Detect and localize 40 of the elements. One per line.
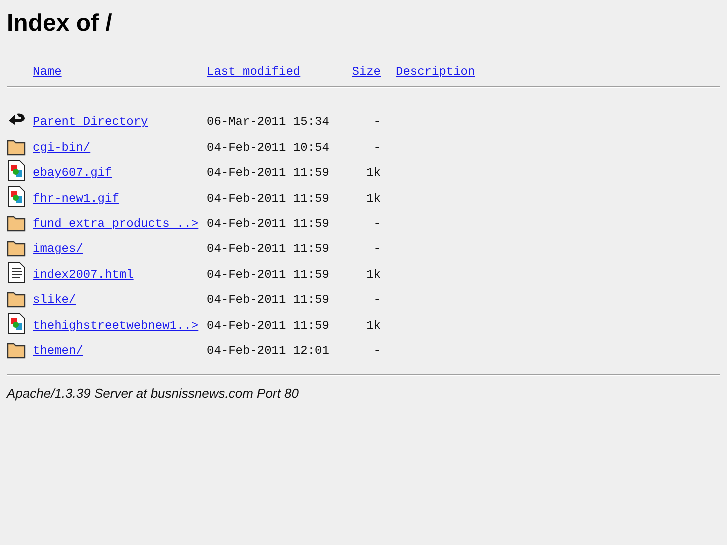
- file-size: -: [372, 344, 381, 358]
- server-signature: Apache/1.3.39 Server at busnissnews.com Port 80: [7, 386, 300, 401]
- file-link[interactable]: themen/: [33, 344, 84, 358]
- modified-date: 06-Mar-2011 15:34: [207, 115, 330, 130]
- file-link[interactable]: index2007.html: [33, 268, 134, 282]
- modified-date: 04-Feb-2011 11:59: [207, 268, 330, 282]
- image-file-icon: [7, 312, 27, 335]
- file-size: -: [372, 216, 381, 231]
- file-size: -: [372, 293, 381, 308]
- file-size: -: [372, 115, 381, 130]
- name-column-link[interactable]: Name: [33, 65, 62, 79]
- file-link[interactable]: fhr-new1.gif: [33, 192, 120, 206]
- text-file-icon: [7, 262, 27, 284]
- modified-date: 04-Feb-2011 12:01: [207, 344, 330, 358]
- description-column-link[interactable]: Description: [396, 65, 476, 79]
- image-file-icon: [7, 186, 27, 208]
- modified-date: 04-Feb-2011 11:59: [207, 293, 330, 308]
- file-size: -: [372, 242, 381, 256]
- file-link[interactable]: thehighstreetwebnew1..>: [33, 318, 199, 333]
- last-modified-column-link[interactable]: Last modified: [207, 65, 301, 79]
- file-link[interactable]: cgi-bin/: [33, 140, 91, 155]
- file-link[interactable]: fund extra products ..>: [33, 216, 199, 231]
- modified-date: 04-Feb-2011 11:59: [207, 318, 330, 333]
- file-size: 1k: [366, 268, 381, 282]
- size-column-link[interactable]: Size: [352, 65, 381, 79]
- file-size: 1k: [366, 192, 381, 206]
- image-file-icon: [7, 160, 27, 182]
- modified-date: 04-Feb-2011 11:59: [207, 192, 330, 206]
- file-link[interactable]: Parent Directory: [33, 115, 148, 130]
- modified-date: 04-Feb-2011 11:59: [207, 242, 330, 256]
- page-title: Index of /: [7, 9, 114, 39]
- modified-date: 04-Feb-2011 10:54: [207, 140, 330, 155]
- file-size: 1k: [366, 318, 381, 333]
- file-link[interactable]: ebay607.gif: [33, 166, 112, 180]
- modified-date: 04-Feb-2011 11:59: [207, 166, 330, 180]
- modified-date: 04-Feb-2011 11:59: [207, 216, 330, 231]
- file-link[interactable]: images/: [33, 242, 84, 256]
- file-size: 1k: [366, 166, 381, 180]
- file-link[interactable]: slike/: [33, 293, 76, 308]
- file-size: -: [372, 140, 381, 155]
